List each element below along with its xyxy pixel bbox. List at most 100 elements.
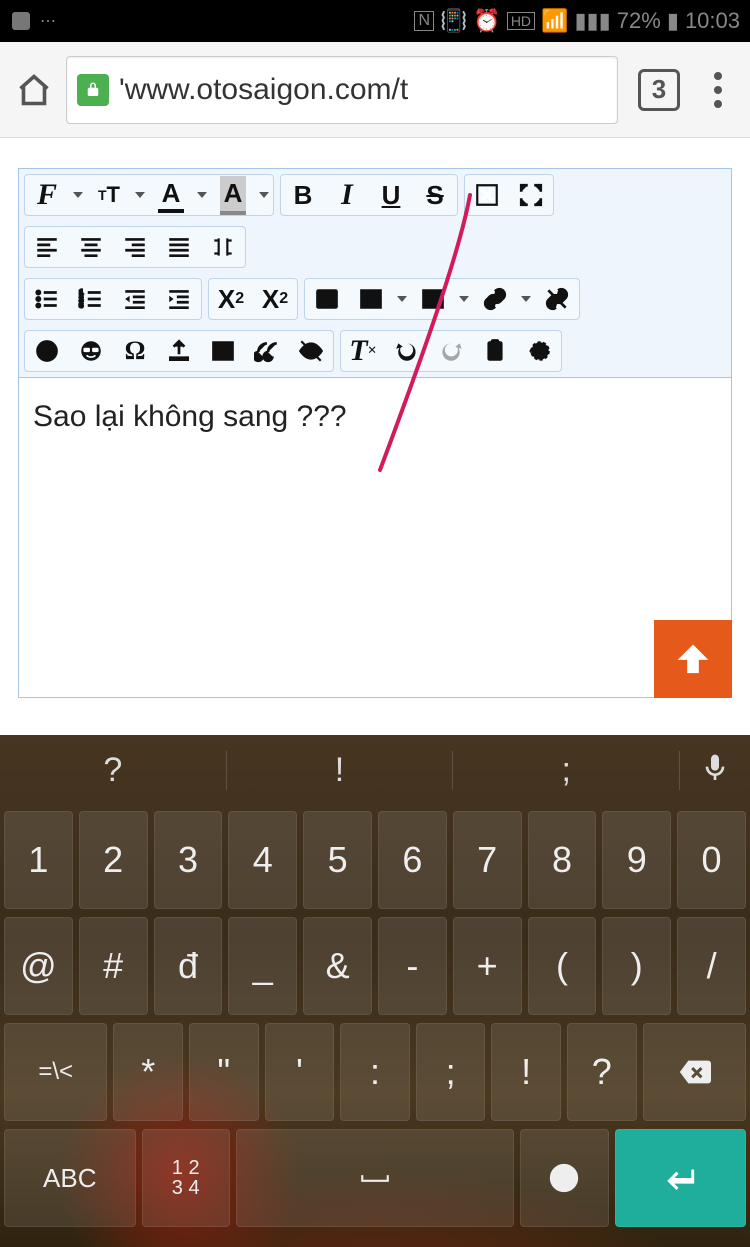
key-emoji[interactable]: [520, 1129, 608, 1227]
key-([interactable]: (: [528, 917, 597, 1015]
signal-icon: ▮▮▮: [574, 8, 610, 34]
key-)[interactable]: ): [602, 917, 671, 1015]
key-8[interactable]: 8: [528, 811, 597, 909]
key-5[interactable]: 5: [303, 811, 372, 909]
key-backspace[interactable]: [643, 1023, 746, 1121]
key-_[interactable]: _: [228, 917, 297, 1015]
key-7[interactable]: 7: [453, 811, 522, 909]
app-square-icon: [10, 10, 32, 32]
indent-icon[interactable]: [157, 279, 201, 319]
key-1[interactable]: 1: [4, 811, 73, 909]
key-0[interactable]: 0: [677, 811, 746, 909]
editor-content[interactable]: Sao lại không sang ???: [19, 377, 731, 697]
link-dropdown[interactable]: [473, 279, 535, 319]
scroll-to-top-button[interactable]: [654, 620, 732, 698]
text-color-dropdown[interactable]: A: [149, 175, 211, 215]
mic-icon[interactable]: [680, 752, 750, 789]
battery-text: 72%: [617, 8, 661, 34]
number-list-icon[interactable]: 123: [69, 279, 113, 319]
eraser-icon[interactable]: [465, 175, 509, 215]
bullet-list-icon[interactable]: [25, 279, 69, 319]
key-4[interactable]: 4: [228, 811, 297, 909]
wifi-icon: 📶: [541, 8, 568, 34]
clear-format-icon[interactable]: T×: [341, 331, 385, 371]
key-?[interactable]: ?: [567, 1023, 637, 1121]
key-/[interactable]: /: [677, 917, 746, 1015]
key-![interactable]: !: [491, 1023, 561, 1121]
clock-text: 10:03: [685, 8, 740, 34]
image-icon[interactable]: [305, 279, 349, 319]
key--[interactable]: -: [378, 917, 447, 1015]
float-icon[interactable]: [201, 227, 245, 267]
upload-icon[interactable]: [157, 331, 201, 371]
align-center-icon[interactable]: [69, 227, 113, 267]
superscript-icon[interactable]: X2: [253, 279, 297, 319]
android-status-bar: ⋯ N 📳 ⏰ HD 📶 ▮▮▮ 72% ▮ 10:03: [0, 0, 750, 42]
subscript-icon[interactable]: X2: [209, 279, 253, 319]
tabs-count: 3: [652, 74, 666, 105]
key-2[interactable]: 2: [79, 811, 148, 909]
lock-icon: [77, 74, 109, 106]
key-'[interactable]: ': [265, 1023, 335, 1121]
battery-icon: ▮: [667, 8, 679, 34]
table-dropdown[interactable]: [411, 279, 473, 319]
key-9[interactable]: 9: [602, 811, 671, 909]
omega-icon[interactable]: Ω: [113, 331, 157, 371]
suggestion-1[interactable]: ?: [0, 751, 227, 790]
key-enter[interactable]: [615, 1129, 747, 1227]
underline-button[interactable]: U: [369, 175, 413, 215]
key-;[interactable]: ;: [416, 1023, 486, 1121]
tabs-button[interactable]: 3: [638, 69, 680, 111]
key-&[interactable]: &: [303, 917, 372, 1015]
suggestion-row: ? ! ;: [0, 735, 750, 805]
key-3[interactable]: 3: [154, 811, 223, 909]
home-icon[interactable]: [16, 72, 52, 108]
undo-icon[interactable]: [385, 331, 429, 371]
key-:[interactable]: :: [340, 1023, 410, 1121]
key-symshift[interactable]: =\<: [4, 1023, 107, 1121]
rich-text-editor: F TT A A B I U S: [18, 168, 732, 698]
browser-toolbar: 'www.otosaigon.com/t 3: [0, 42, 750, 138]
bold-button[interactable]: B: [281, 175, 325, 215]
suggestion-2[interactable]: !: [227, 751, 454, 790]
align-left-icon[interactable]: [25, 227, 69, 267]
key-6[interactable]: 6: [378, 811, 447, 909]
suggestion-3[interactable]: ;: [453, 751, 680, 790]
url-bar[interactable]: 'www.otosaigon.com/t: [66, 56, 618, 124]
media-dropdown[interactable]: [349, 279, 411, 319]
overflow-menu-icon[interactable]: [702, 72, 734, 108]
align-right-icon[interactable]: [113, 227, 157, 267]
key-"[interactable]: ": [189, 1023, 259, 1121]
outdent-icon[interactable]: [113, 279, 157, 319]
svg-text:T: T: [492, 347, 498, 358]
code-icon[interactable]: [201, 331, 245, 371]
key-+[interactable]: +: [453, 917, 522, 1015]
nfc-icon: N: [414, 11, 434, 31]
bg-color-dropdown[interactable]: A: [211, 175, 273, 215]
key-abc[interactable]: ABC: [4, 1129, 136, 1227]
font-size-dropdown[interactable]: TT: [87, 175, 149, 215]
unlink-icon[interactable]: [535, 279, 579, 319]
key-*[interactable]: *: [113, 1023, 183, 1121]
key-@[interactable]: @: [4, 917, 73, 1015]
fullscreen-icon[interactable]: [509, 175, 553, 215]
vibrate-icon: 📳: [440, 8, 467, 34]
strike-button[interactable]: S: [413, 175, 457, 215]
key-space[interactable]: [236, 1129, 514, 1227]
status-text: ⋯: [40, 11, 57, 31]
history-icon[interactable]: [517, 331, 561, 371]
url-text: 'www.otosaigon.com/t: [119, 73, 408, 107]
paste-icon[interactable]: T: [473, 331, 517, 371]
cool-icon[interactable]: [69, 331, 113, 371]
visibility-off-icon[interactable]: [289, 331, 333, 371]
quote-icon[interactable]: [245, 331, 289, 371]
italic-button[interactable]: I: [325, 175, 369, 215]
key-numsym[interactable]: 1 23 4: [142, 1129, 230, 1227]
font-family-dropdown[interactable]: F: [25, 175, 87, 215]
redo-icon[interactable]: [429, 331, 473, 371]
alarm-icon: ⏰: [473, 8, 500, 34]
smiley-icon[interactable]: [25, 331, 69, 371]
key-đ[interactable]: đ: [154, 917, 223, 1015]
key-#[interactable]: #: [79, 917, 148, 1015]
align-justify-icon[interactable]: [157, 227, 201, 267]
